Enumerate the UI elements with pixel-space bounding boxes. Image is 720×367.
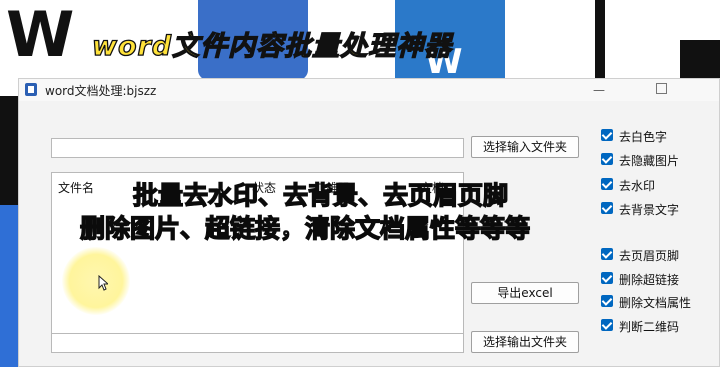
output-folder-field[interactable] bbox=[51, 333, 464, 353]
checkbox-checked-icon[interactable] bbox=[601, 178, 613, 190]
checkbox-checked-icon[interactable] bbox=[601, 202, 613, 214]
window-title: word文档处理:bjszz bbox=[45, 84, 157, 98]
minimize-button[interactable]: — bbox=[579, 80, 619, 100]
overlay-caption-line2: 删除图片、超链接，清除文档属性等等等 bbox=[79, 213, 531, 243]
option-remove-hyperlinks[interactable]: 删除超链接 bbox=[601, 270, 720, 288]
checkbox-checked-icon[interactable] bbox=[601, 248, 613, 260]
option-remove-white-text[interactable]: 去白色字 bbox=[601, 127, 720, 145]
checkbox-checked-icon[interactable] bbox=[601, 129, 613, 141]
video-headline: word文件内容批量处理神器 bbox=[91, 30, 453, 62]
overlay-caption-line1: 批量去水印、去背景、去页眉页脚 bbox=[132, 180, 509, 210]
word-logo-letter: W bbox=[6, 0, 75, 71]
column-header-filename: 文件名 bbox=[58, 181, 95, 195]
background-corner-graphic bbox=[595, 0, 720, 80]
title-bar: word文档处理:bjszz — bbox=[19, 79, 719, 101]
option-remove-background-text[interactable]: 去背景文字 bbox=[601, 200, 720, 218]
select-output-folder-button[interactable]: 选择输出文件夹 bbox=[471, 331, 579, 353]
mouse-pointer-icon bbox=[98, 275, 108, 291]
select-input-folder-button[interactable]: 选择输入文件夹 bbox=[471, 136, 579, 158]
background-dark-strip bbox=[0, 96, 18, 206]
checkbox-checked-icon[interactable] bbox=[601, 272, 613, 284]
checkbox-checked-icon[interactable] bbox=[601, 319, 613, 331]
option-remove-header-footer[interactable]: 去页眉页脚 bbox=[601, 246, 720, 264]
checkbox-checked-icon[interactable] bbox=[601, 295, 613, 307]
checkbox-checked-icon[interactable] bbox=[601, 153, 613, 165]
cursor-highlight bbox=[62, 247, 130, 315]
option-remove-watermark[interactable]: 去水印 bbox=[601, 176, 720, 194]
maximize-button[interactable] bbox=[641, 80, 681, 100]
input-folder-field[interactable] bbox=[51, 138, 464, 158]
option-detect-qrcode[interactable]: 判断二维码 bbox=[601, 317, 720, 335]
option-remove-hidden-images[interactable]: 去隐藏图片 bbox=[601, 151, 720, 169]
option-remove-doc-properties[interactable]: 删除文档属性 bbox=[601, 293, 720, 311]
word-app-icon bbox=[25, 83, 37, 96]
export-excel-button[interactable]: 导出excel bbox=[471, 282, 579, 304]
